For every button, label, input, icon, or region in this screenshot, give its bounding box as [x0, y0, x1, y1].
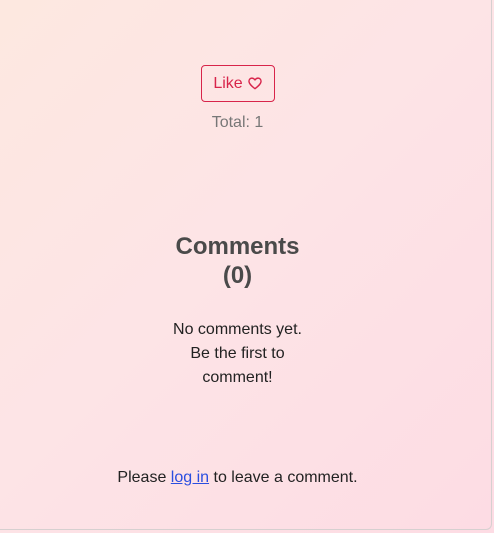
- like-button-label: Like: [213, 74, 243, 92]
- empty-message-line-1: No comments yet.: [173, 321, 302, 338]
- like-section: Like Total: 1: [0, 65, 475, 132]
- heart-outline-icon: [247, 77, 262, 90]
- like-total: Total: 1: [211, 114, 264, 131]
- comments-heading-text: Comments: [175, 233, 300, 260]
- like-button[interactable]: Like: [200, 65, 275, 102]
- login-prompt-prefix: Please: [117, 469, 171, 486]
- comments-count: (0): [222, 262, 253, 289]
- login-prompt: Please log in to leave a comment.: [0, 469, 475, 487]
- comments-heading: Comments (0): [168, 232, 308, 290]
- empty-message-line-2: Be the first to: [190, 345, 285, 362]
- login-link[interactable]: log in: [171, 469, 209, 486]
- login-prompt-suffix: to leave a comment.: [209, 469, 358, 486]
- empty-message-line-3: comment!: [202, 369, 273, 386]
- comments-section: Comments (0) No comments yet. Be the fir…: [0, 232, 475, 390]
- empty-comments-message: No comments yet. Be the first to comment…: [163, 318, 313, 390]
